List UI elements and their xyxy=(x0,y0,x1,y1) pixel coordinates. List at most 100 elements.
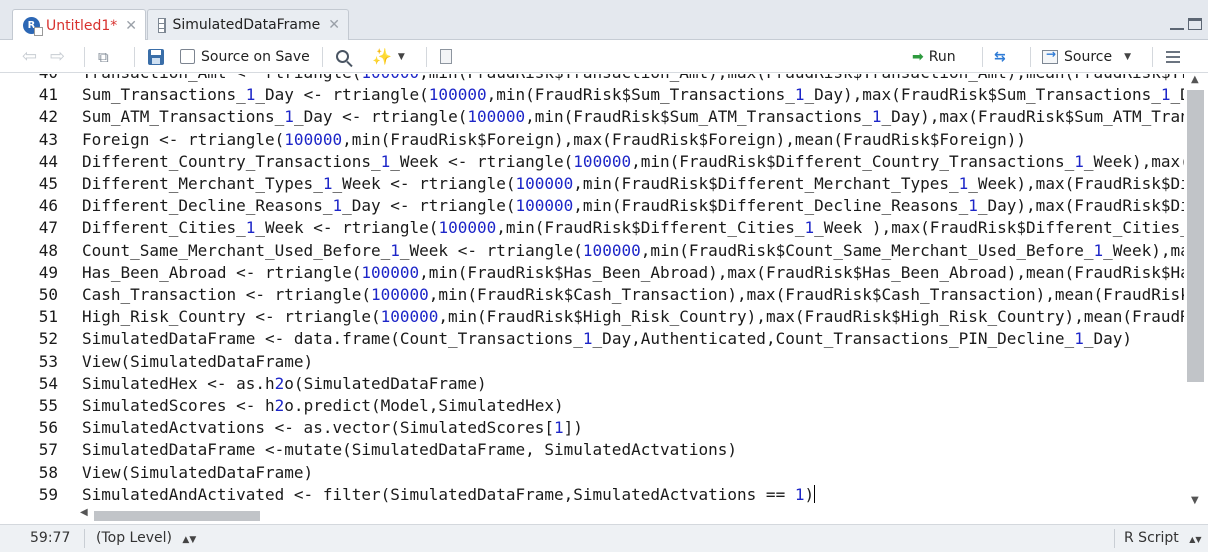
chevron-down-icon: ▼ xyxy=(1124,51,1132,62)
code-line[interactable]: Different_Decline_Reasons_1_Day <- rtria… xyxy=(82,195,1184,217)
code-line[interactable]: Sum_ATM_Transactions_1_Day <- rtriangle(… xyxy=(82,106,1184,128)
scroll-up-icon[interactable]: ▲ xyxy=(1191,74,1199,85)
arrow-right-icon: ⇨ xyxy=(50,46,66,67)
code-line[interactable]: SimulatedAndActivated <- filter(Simulate… xyxy=(82,484,816,506)
scroll-left-icon[interactable]: ◀ xyxy=(80,507,88,518)
chevron-down-icon: ▲▼ xyxy=(182,535,197,545)
compile-report-button[interactable] xyxy=(440,40,452,73)
status-divider xyxy=(1114,529,1115,548)
scrollbar-thumb[interactable] xyxy=(94,511,260,521)
toolbar-divider xyxy=(1152,47,1153,67)
status-bar: 59:77 (Top Level) ▲▼ R Script ▲▼ xyxy=(0,524,1208,552)
forward-button[interactable]: ⇨ xyxy=(50,40,65,73)
line-number: 44 xyxy=(38,151,58,171)
line-number: 41 xyxy=(38,85,58,105)
toolbar-divider xyxy=(982,47,983,67)
source-button[interactable]: Source ▼ xyxy=(1042,40,1131,73)
line-number: 56 xyxy=(38,418,58,438)
editor-toolbar: ⇦ ⇨ ⧉ Source on Save ✨ ▼ ➡ Run ⇆ Source … xyxy=(0,40,1208,73)
toolbar-divider xyxy=(426,47,427,67)
back-button[interactable]: ⇦ xyxy=(22,40,37,73)
code-line[interactable]: High_Risk_Country <- rtriangle(100000,mi… xyxy=(82,306,1184,328)
arrow-left-icon: ⇦ xyxy=(22,46,38,67)
code-line[interactable]: Different_Country_Transactions_1_Week <-… xyxy=(82,151,1184,173)
maximize-pane-button[interactable] xyxy=(1188,18,1202,30)
rerun-button[interactable]: ⇆ xyxy=(994,40,1006,73)
scope-label: (Top Level) xyxy=(96,530,172,546)
line-number: 50 xyxy=(38,285,58,304)
line-number: 58 xyxy=(38,462,58,482)
file-type-label: R Script xyxy=(1124,530,1179,546)
save-button[interactable] xyxy=(148,40,164,73)
status-divider xyxy=(84,529,85,548)
code-line[interactable]: Transaction_Amt <- rtriangle(100000,min(… xyxy=(82,74,1184,84)
code-area[interactable]: Transaction_Amt <- rtriangle(100000,min(… xyxy=(82,74,1184,508)
show-in-window-button[interactable]: ⧉ xyxy=(98,40,109,73)
line-number: 51 xyxy=(38,307,58,327)
outline-icon xyxy=(1166,50,1180,63)
code-editor[interactable]: 4041424344 45 46474849 50 51525354 55 56575859… xyxy=(0,74,1184,508)
code-line[interactable]: Different_Merchant_Types_1_Week <- rtria… xyxy=(82,173,1184,195)
run-label: Run xyxy=(928,48,956,65)
toolbar-divider xyxy=(84,47,85,67)
code-line[interactable]: Has_Been_Abroad <- rtriangle(100000,min(… xyxy=(82,262,1184,284)
code-line[interactable]: Foreign <- rtriangle(100000,min(FraudRis… xyxy=(82,129,1026,151)
line-number: 49 xyxy=(38,262,58,282)
find-replace-button[interactable] xyxy=(336,40,349,73)
code-line[interactable]: Different_Cities_1_Week <- rtriangle(100… xyxy=(82,217,1184,239)
run-arrow-icon: ➡ xyxy=(912,48,924,65)
source-on-save-checkbox[interactable]: Source on Save xyxy=(180,40,310,73)
line-number: 59 xyxy=(38,484,58,504)
cursor-position: 59:77 xyxy=(30,530,71,546)
line-number: 57 xyxy=(38,440,58,460)
line-number: 40 xyxy=(39,74,58,84)
document-icon xyxy=(440,49,452,64)
toolbar-divider xyxy=(134,47,135,67)
line-number: 45 xyxy=(38,174,58,193)
line-number: 54 xyxy=(38,373,58,393)
code-line[interactable]: SimulatedDataFrame <- data.frame(Count_T… xyxy=(82,328,1132,350)
popout-icon: ⧉ xyxy=(98,47,109,66)
line-number: 52 xyxy=(38,329,58,349)
tab-label: Untitled1* xyxy=(45,17,118,34)
chevron-down-icon: ▲▼ xyxy=(1189,535,1202,544)
horizontal-scrollbar[interactable]: ◀ xyxy=(72,507,1184,523)
scope-selector[interactable]: (Top Level) ▲▼ xyxy=(96,525,196,552)
code-line[interactable]: SimulatedActvations <- as.vector(Simulat… xyxy=(82,417,583,439)
code-tools-button[interactable]: ✨ ▼ xyxy=(372,40,405,73)
file-type-selector[interactable]: R Script ▲▼ xyxy=(1124,525,1202,552)
magic-wand-icon: ✨ xyxy=(372,47,392,66)
tab-untitled1[interactable]: R Untitled1* ✕ xyxy=(12,9,146,41)
close-icon[interactable]: ✕ xyxy=(328,17,340,33)
outline-button[interactable] xyxy=(1166,40,1180,73)
line-number: 53 xyxy=(38,351,58,371)
scrollbar-thumb[interactable] xyxy=(1187,90,1204,382)
source-on-save-label: Source on Save xyxy=(201,48,310,65)
minimize-pane-button[interactable] xyxy=(1170,26,1184,30)
line-number-gutter: 4041424344 45 46474849 50 51525354 55 56575859 xyxy=(0,74,72,508)
scroll-down-icon[interactable]: ▼ xyxy=(1191,495,1199,506)
code-line[interactable]: View(SimulatedDataFrame) xyxy=(82,351,313,373)
chevron-down-icon: ▼ xyxy=(397,51,405,62)
code-line[interactable]: SimulatedDataFrame <-mutate(SimulatedDat… xyxy=(82,439,737,461)
tab-simulated-data-frame[interactable]: SimulatedDataFrame ✕ xyxy=(147,9,349,40)
source-label: Source xyxy=(1064,48,1113,65)
close-icon[interactable]: ✕ xyxy=(125,18,137,34)
code-line[interactable]: Sum_Transactions_1_Day <- rtriangle(1000… xyxy=(82,84,1184,106)
save-icon xyxy=(148,48,164,65)
tab-label: SimulatedDataFrame xyxy=(172,17,321,33)
line-number: 47 xyxy=(38,218,58,238)
line-number: 46 xyxy=(38,196,58,216)
run-button[interactable]: ➡ Run xyxy=(912,40,956,73)
line-number: 55 xyxy=(38,396,58,415)
vertical-scrollbar[interactable]: ▲ ▼ xyxy=(1184,74,1208,508)
code-line[interactable]: Cash_Transaction <- rtriangle(100000,min… xyxy=(82,284,1184,306)
code-line[interactable]: SimulatedScores <- h2o.predict(Model,Sim… xyxy=(82,395,564,417)
rerun-icon: ⇆ xyxy=(994,48,1006,65)
data-grid-icon xyxy=(158,17,167,33)
tab-bar: R Untitled1* ✕ SimulatedDataFrame ✕ xyxy=(0,0,1208,41)
code-line[interactable]: Count_Same_Merchant_Used_Before_1_Week <… xyxy=(82,240,1184,262)
code-line[interactable]: View(SimulatedDataFrame) xyxy=(82,462,313,484)
line-number: 42 xyxy=(38,107,58,127)
code-line[interactable]: SimulatedHex <- as.h2o(SimulatedDataFram… xyxy=(82,373,487,395)
